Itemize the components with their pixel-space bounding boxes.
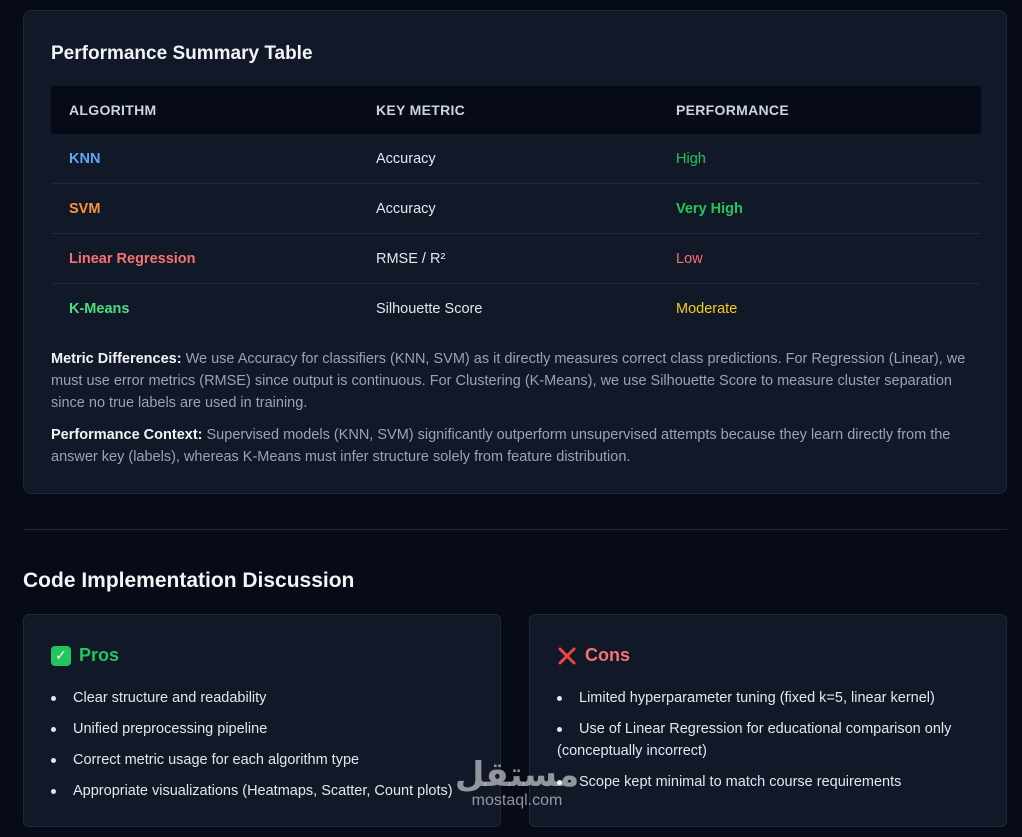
table-header: ALGORITHM KEY METRIC PERFORMANCE xyxy=(51,86,981,134)
cons-item: Scope kept minimal to match course requi… xyxy=(557,771,986,793)
check-box-icon: ✓ xyxy=(51,645,71,666)
pros-item: Unified preprocessing pipeline xyxy=(51,718,480,740)
performance-table: ALGORITHM KEY METRIC PERFORMANCE KNN Accu… xyxy=(51,86,981,333)
cell-performance: Low xyxy=(676,250,703,267)
table-body: KNN Accuracy High SVM Accuracy Very High Linea… xyxy=(51,134,981,333)
card-title: Performance Summary Table xyxy=(51,43,313,64)
cell-key-metric: Accuracy xyxy=(376,200,436,217)
cell-algorithm: SVM xyxy=(69,200,101,217)
cell-algorithm: Linear Regression xyxy=(69,250,196,267)
discussion-title: Code Implementation Discussion xyxy=(23,569,355,592)
header-key-metric: KEY METRIC xyxy=(376,102,466,118)
performance-context-paragraph: Performance Context: Supervised models (… xyxy=(51,424,981,468)
cell-performance: Moderate xyxy=(676,300,738,317)
page: Performance Summary Table ALGORITHM KEY … xyxy=(0,0,1022,837)
table-row: K-Means Silhouette Score Moderate xyxy=(51,284,981,333)
cell-algorithm: K-Means xyxy=(69,300,130,317)
cons-heading: Cons xyxy=(557,645,630,666)
metric-differences-label: Metric Differences: xyxy=(51,351,182,367)
pros-panel: ✓ Pros Clear structure and readability Un… xyxy=(23,614,501,827)
pros-heading: ✓ Pros xyxy=(51,645,119,666)
header-performance: PERFORMANCE xyxy=(676,102,789,118)
watermark-arabic: مستقل xyxy=(454,755,580,795)
table-row: KNN Accuracy High xyxy=(51,134,981,184)
cell-performance: Very High xyxy=(676,200,743,217)
header-algorithm: ALGORITHM xyxy=(69,102,157,118)
pros-item: Appropriate visualizations (Heatmaps, Sc… xyxy=(51,780,480,802)
cell-performance: High xyxy=(676,150,706,167)
cons-item: Use of Linear Regression for educational… xyxy=(557,718,986,762)
pros-item: Clear structure and readability xyxy=(51,687,480,709)
cell-key-metric: Accuracy xyxy=(376,150,436,167)
pros-title: Pros xyxy=(79,645,120,665)
performance-context-label: Performance Context: xyxy=(51,427,203,443)
metric-differences-paragraph: Metric Differences: We use Accuracy for … xyxy=(51,348,981,414)
cross-icon xyxy=(557,646,577,666)
cons-item: Limited hyperparameter tuning (fixed k=5… xyxy=(557,687,986,709)
cell-key-metric: Silhouette Score xyxy=(376,300,483,317)
mostaql-watermark: مستقل mostaql.com xyxy=(452,758,582,810)
cons-panel: Cons Limited hyperparameter tuning (fixe… xyxy=(529,614,1007,827)
cell-key-metric: RMSE / R² xyxy=(376,250,446,267)
cons-title: Cons xyxy=(585,645,630,665)
performance-summary-card: Performance Summary Table ALGORITHM KEY … xyxy=(23,10,1007,494)
cell-algorithm: KNN xyxy=(69,150,101,167)
pros-list: Clear structure and readability Unified p… xyxy=(51,687,480,811)
section-divider xyxy=(23,529,1007,530)
cons-list: Limited hyperparameter tuning (fixed k=5… xyxy=(557,687,986,802)
table-row: Linear Regression RMSE / R² Low xyxy=(51,234,981,284)
metric-differences-text: We use Accuracy for classifiers (KNN, SV… xyxy=(51,351,966,411)
pros-item: Correct metric usage for each algorithm … xyxy=(51,749,480,771)
table-row: SVM Accuracy Very High xyxy=(51,184,981,234)
